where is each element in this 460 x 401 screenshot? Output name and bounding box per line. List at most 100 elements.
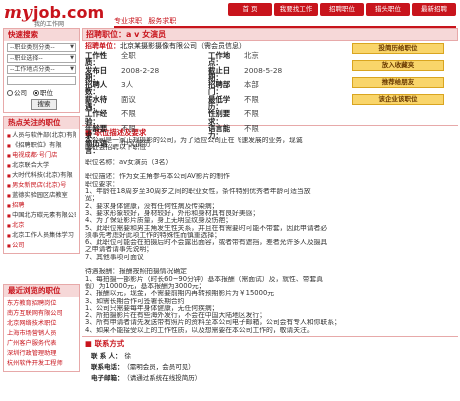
job-field: 工作地点： 北京: [208, 52, 282, 67]
contact-phone: 联系电话： （需明会员，会员可见）: [91, 363, 195, 372]
nav-latest[interactable]: 最新招聘: [412, 3, 456, 16]
job-title: a v 女演员: [126, 30, 167, 39]
category-select[interactable]: --职业类别分类-- ▼: [7, 43, 76, 52]
nav-find-job[interactable]: 我要找工作: [274, 3, 318, 16]
company-label: 招聘单位：: [85, 42, 120, 50]
description-line: 1、每拍摄一部影片（时长60~90分钟）基本报酬（需面试）及，就性、带套真: [85, 275, 324, 283]
recent-jobs-panel: 最近浏览的职位 东方教育招聘岗位 南方互联网有限公司 北京网络技术职位 上海市场营销人…: [3, 284, 80, 372]
job-field: 薪水待遇： 面议: [85, 96, 159, 111]
hot-job-link[interactable]: 北京工作人员集体学习: [7, 231, 76, 241]
description-note: 3、所有申请者请先发送带有照片的资料至本公司电子邮箱，公司会有专人和你联系；: [85, 319, 341, 327]
field-value: 全职: [121, 51, 136, 60]
field-label: 简历语言：: [85, 138, 108, 155]
field-label: 年龄要求：: [85, 123, 108, 141]
recent-job-link[interactable]: 东方教育招聘岗位: [7, 299, 76, 309]
hot-job-link[interactable]: 招聘: [7, 201, 76, 211]
field-value: 不限: [244, 94, 259, 104]
radio-position[interactable]: 职位: [33, 87, 53, 97]
top-link[interactable]: 服务求职: [148, 17, 176, 25]
description-line: [85, 166, 458, 173]
hot-job-link[interactable]: 蓝德实验园区店教室: [7, 191, 76, 201]
nav-headhunter[interactable]: 猎头职位: [366, 3, 410, 16]
job-field: 简历语言： 中文简历: [85, 138, 159, 155]
logo-my: my: [4, 3, 32, 23]
job-field: 性别要求： 不限: [208, 110, 282, 125]
recent-job-link[interactable]: 深圳行政管理助理: [7, 349, 76, 359]
field-label: 招聘部门：: [208, 80, 231, 97]
hot-job-link[interactable]: 电视成都·号门店: [7, 151, 76, 161]
description-note: 4、如果不能接受以上的工作性质，以及想需要在本公司工作的，敬请关注。: [85, 326, 314, 334]
field-label: 性别要求：: [208, 109, 231, 126]
position-select[interactable]: --职业选择-- ▼: [7, 54, 76, 63]
search-button[interactable]: 搜索: [31, 99, 57, 110]
recent-job-link[interactable]: 广州客户服务代表: [7, 339, 76, 349]
keyword-input[interactable]: [7, 76, 76, 85]
field-label: 薪水待遇：: [85, 94, 108, 112]
site-logo[interactable]: my job.com 我的工作网: [4, 3, 104, 28]
location-select[interactable]: --工作地点分类-- ▼: [7, 65, 76, 74]
contact-email: 电子邮箱： （请通过系统在线投简历）: [91, 374, 202, 383]
sidebar: 快速搜索 --职业类别分类-- ▼ --职业选择-- ▼ --工作地点分类-- ▼ 公…: [3, 28, 80, 375]
field-value: 不限: [121, 123, 136, 133]
company-name[interactable]: 北京某摄影摄像有限公司（需会员信息）: [120, 42, 246, 50]
contact-person: 联 系 人：徐: [91, 352, 132, 361]
chevron-down-icon: ▼: [70, 66, 74, 72]
field-label: 截止日期：: [208, 65, 231, 82]
description-text: 本公司是一家正规摄影的公司，为了适应公司正在飞速发展的业务，现诚 向社会招聘以下职…: [82, 137, 458, 334]
description-line: 之申请者请事先说明；: [85, 246, 153, 254]
hot-job-link[interactable]: 公司: [7, 241, 76, 251]
field-label: 招聘人数：: [85, 80, 108, 97]
field-value: 北京: [244, 51, 259, 60]
job-field: 年龄要求： 不限: [85, 125, 159, 140]
field-value: 不限: [244, 123, 259, 133]
hot-job-link[interactable]: 大时代科技(北京)有限: [7, 171, 76, 181]
recent-job-link[interactable]: 上海市场营销人员: [7, 329, 76, 339]
description-line: 须事先考虑好此项工作的特殊性而慎重选择；: [85, 231, 221, 239]
action-buttons: 投简历给职位 放入收藏夹 推荐给朋友 该企业该职位: [352, 43, 444, 111]
field-value: 3人: [121, 80, 134, 90]
radio-company[interactable]: 公司: [7, 87, 27, 97]
field-value: 本部: [244, 80, 259, 90]
job-title-label: 招聘职位：: [86, 30, 126, 39]
hot-job-link[interactable]: 《招聘职位》有限: [7, 141, 76, 151]
description-line: 职位要求：: [85, 180, 119, 188]
field-value: 2008-2-28: [121, 65, 160, 75]
hot-job-link[interactable]: 人员与软件部(北京)有限公司: [7, 131, 76, 141]
field-value: 面议: [121, 94, 136, 104]
field-label: 最低学历：: [208, 94, 231, 112]
description-line: 7、其他事项可面议: [85, 253, 144, 261]
job-fields-right: 工作地点： 北京 截止日期： 2008-5-28 招聘部门： 本部 最低学历： 不限 性别要求：…: [208, 52, 282, 140]
quick-search-title: 快速搜索: [4, 29, 79, 41]
job-field: 工作经验： 不限: [85, 110, 159, 125]
chevron-down-icon: ▼: [70, 44, 74, 50]
hot-job-link[interactable]: 中国北方碳元素有限公司: [7, 211, 76, 221]
field-label: 工作性质：: [85, 51, 108, 68]
description-line: 2、要求身体健康，没有任何性病及传染病；: [85, 202, 219, 210]
field-value: 中文简历: [121, 138, 151, 148]
nav-home[interactable]: 首 页: [228, 3, 272, 16]
top-link[interactable]: 专业求职: [114, 17, 142, 25]
job-title-bar: 招聘职位：a v 女演员: [82, 28, 458, 41]
logo-tagline: 我的工作网: [34, 21, 65, 28]
hot-job-link[interactable]: 北京联合大学: [7, 161, 76, 171]
description-note: 2、所拍摄影片在有些海外发行，不会在中国大陆地区发行；: [85, 312, 267, 320]
description-line: 2、报酬以元，现金，不需要前期内再转预期影片为￥15000元: [85, 290, 275, 298]
description-line: 假）为10000元，基本报酬为3000元；: [85, 282, 206, 290]
recent-job-link[interactable]: 杭州软件开发工程师: [7, 359, 76, 369]
company-jobs-button[interactable]: 该企业该职位: [352, 94, 444, 105]
recommend-button[interactable]: 推荐给朋友: [352, 77, 444, 88]
recent-job-link[interactable]: 北京网络技术职位: [7, 319, 76, 329]
nav-jobs[interactable]: 招聘职位: [320, 3, 364, 16]
apply-button[interactable]: 投简历给职位: [352, 43, 444, 54]
job-field: 语言能力： 不限: [208, 125, 282, 140]
description-line: 3、如需长期合作可签署长期合约: [85, 297, 185, 305]
field-value: 不限: [244, 109, 259, 119]
favorite-button[interactable]: 放入收藏夹: [352, 60, 444, 71]
field-label: 工作地点：: [208, 51, 231, 68]
recent-job-link[interactable]: 南方互联网有限公司: [7, 309, 76, 319]
hot-job-link[interactable]: 男女新民店(北京)号: [7, 181, 76, 191]
hot-job-link[interactable]: 北京: [7, 221, 76, 231]
description-line: 6、此职位可能会在拍摄后时不会露出面容，或者带有遮挡，差者允许多人及摄具: [85, 239, 328, 247]
hot-jobs-title: 热点关注的职位: [4, 117, 79, 129]
description-line: 职位名称：av女演员（3名）: [85, 158, 173, 166]
